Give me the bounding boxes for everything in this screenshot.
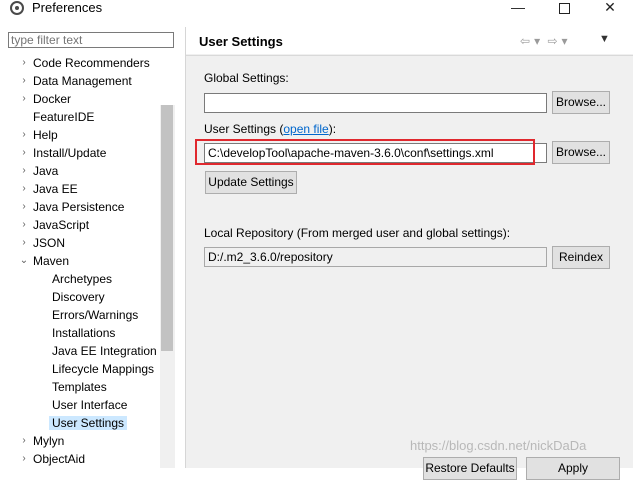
tree-scrollbar[interactable] <box>160 105 175 468</box>
red-highlight-annotation <box>195 139 535 165</box>
tree-item-label: Java Persistence <box>33 200 125 214</box>
expand-chevron-icon[interactable]: › <box>19 54 29 72</box>
tree-item-user-interface[interactable]: User Interface <box>52 396 127 414</box>
tree-item-objectaid[interactable]: › ObjectAid <box>22 450 86 468</box>
tree-item-label: Data Management <box>33 74 132 88</box>
tree-item-installations[interactable]: Installations <box>52 324 115 342</box>
page-title: User Settings <box>199 34 283 49</box>
tree-item-label: JSON <box>33 236 66 250</box>
tree-item-label: Discovery <box>52 290 105 304</box>
tree-item-maven[interactable]: ⌄ Maven <box>20 252 70 270</box>
open-file-link[interactable]: open file <box>283 122 328 136</box>
tree-item-featureide[interactable]: FeatureIDE <box>33 108 94 126</box>
tree-item-label: Errors/Warnings <box>52 308 139 322</box>
expand-chevron-icon[interactable]: › <box>19 180 29 198</box>
tree-item-label: Install/Update <box>33 146 107 160</box>
expand-chevron-icon[interactable]: › <box>19 126 29 144</box>
tree-item-label: Java EE <box>33 182 78 196</box>
reindex-button[interactable]: Reindex <box>552 246 610 269</box>
maximize-icon <box>558 3 570 14</box>
expand-chevron-icon[interactable]: › <box>19 162 29 180</box>
tree-item-help[interactable]: › Help <box>22 126 58 144</box>
expand-chevron-icon[interactable]: › <box>19 198 29 216</box>
forward-dropdown-icon[interactable]: ▾ <box>562 34 568 48</box>
preferences-gear-icon <box>10 1 24 15</box>
tree-item-lifecycle-mappings[interactable]: Lifecycle Mappings <box>52 360 154 378</box>
user-settings-label-end: ): <box>328 122 337 136</box>
title-bar: Preferences — ✕ <box>0 0 633 17</box>
restore-defaults-button[interactable]: Restore Defaults <box>423 457 517 480</box>
user-browse-button[interactable]: Browse... <box>552 141 610 164</box>
tree-item-label: Lifecycle Mappings <box>52 362 155 376</box>
watermark-text: https://blog.csdn.net/nickDaDa <box>410 438 587 453</box>
tree-item-templates[interactable]: Templates <box>52 378 107 396</box>
tree-item-label: Java <box>33 164 59 178</box>
tree-item-label: Archetypes <box>52 272 113 286</box>
tree-item-label: Templates <box>52 380 107 394</box>
expand-chevron-icon[interactable]: › <box>19 216 29 234</box>
expand-chevron-icon[interactable]: › <box>19 432 29 450</box>
global-settings-label: Global Settings: <box>204 71 289 85</box>
user-settings-label-text: User Settings ( <box>204 122 284 136</box>
tree-item-user-settings[interactable]: User Settings <box>49 414 128 432</box>
header-separator <box>186 55 633 56</box>
local-repository-label: Local Repository (From merged user and g… <box>204 226 511 240</box>
filter-input[interactable] <box>8 32 174 48</box>
tree-item-json[interactable]: › JSON <box>22 234 66 252</box>
tree-item-label: Help <box>33 128 58 142</box>
preferences-tree-pane: › Code Recommenders › Data Management › … <box>0 27 185 468</box>
tree-item-code-recommenders[interactable]: › Code Recommenders <box>22 54 150 72</box>
expand-chevron-icon[interactable]: › <box>19 72 29 90</box>
tree-item-label: Java EE Integration <box>52 344 157 358</box>
update-settings-button[interactable]: Update Settings <box>205 171 297 194</box>
expand-chevron-icon[interactable]: › <box>19 90 29 108</box>
view-menu-icon[interactable]: ▼ <box>599 33 610 45</box>
expand-chevron-icon[interactable]: › <box>19 234 29 252</box>
tree-item-discovery[interactable]: Discovery <box>52 288 105 306</box>
tree-item-javascript[interactable]: › JavaScript <box>22 216 90 234</box>
tree-item-label: JavaScript <box>33 218 90 232</box>
history-navigation: ⇦ ▾ ⇨ ▾ <box>520 34 572 48</box>
tree-item-label: Docker <box>33 92 72 106</box>
global-settings-field[interactable] <box>204 93 547 113</box>
apply-button[interactable]: Apply <box>526 457 620 480</box>
local-repository-field: D:/.m2_3.6.0/repository <box>204 247 547 267</box>
expand-chevron-icon[interactable]: › <box>19 144 29 162</box>
tree-item-label: Installations <box>52 326 116 340</box>
page-header: User Settings ⇦ ▾ ⇨ ▾ ▼ <box>186 27 633 54</box>
minimize-button[interactable]: — <box>495 0 541 17</box>
back-dropdown-icon[interactable]: ▾ <box>534 34 540 48</box>
tree-item-mylyn[interactable]: › Mylyn <box>22 432 65 450</box>
tree-item-label: User Settings <box>49 416 128 430</box>
tree-item-java-persistence[interactable]: › Java Persistence <box>22 198 125 216</box>
user-settings-label: User Settings (open file): <box>204 122 336 136</box>
tree-item-label: User Interface <box>52 398 128 412</box>
tree-item-java-ee[interactable]: › Java EE <box>22 180 78 198</box>
tree-item-label: Mylyn <box>33 434 65 448</box>
window-title: Preferences <box>32 0 103 15</box>
tree-item-label: Maven <box>33 254 70 268</box>
tree-item-docker[interactable]: › Docker <box>22 90 72 108</box>
tree-item-label: FeatureIDE <box>33 110 95 124</box>
maximize-button[interactable] <box>541 0 587 17</box>
collapse-chevron-icon[interactable]: ⌄ <box>19 252 29 270</box>
expand-chevron-icon[interactable]: › <box>19 450 29 468</box>
global-browse-button[interactable]: Browse... <box>552 91 610 114</box>
tree-item-data-management[interactable]: › Data Management <box>22 72 132 90</box>
settings-page: User Settings ⇦ ▾ ⇨ ▾ ▼ Global Settings: B… <box>186 27 633 480</box>
tree-item-archetypes[interactable]: Archetypes <box>52 270 112 288</box>
close-button[interactable]: ✕ <box>587 0 633 17</box>
tree-item-java-ee-integration[interactable]: Java EE Integration <box>52 342 157 360</box>
tree-item-label: Code Recommenders <box>33 56 150 70</box>
tree-item-install-update[interactable]: › Install/Update <box>22 144 107 162</box>
tree-item-java[interactable]: › Java <box>22 162 59 180</box>
forward-arrow-icon[interactable]: ⇨ <box>547 34 557 48</box>
tree-item-label: ObjectAid <box>33 452 86 466</box>
tree-item-errors-warnings[interactable]: Errors/Warnings <box>52 306 138 324</box>
scrollbar-thumb[interactable] <box>161 105 173 351</box>
back-arrow-icon[interactable]: ⇦ <box>520 34 530 48</box>
